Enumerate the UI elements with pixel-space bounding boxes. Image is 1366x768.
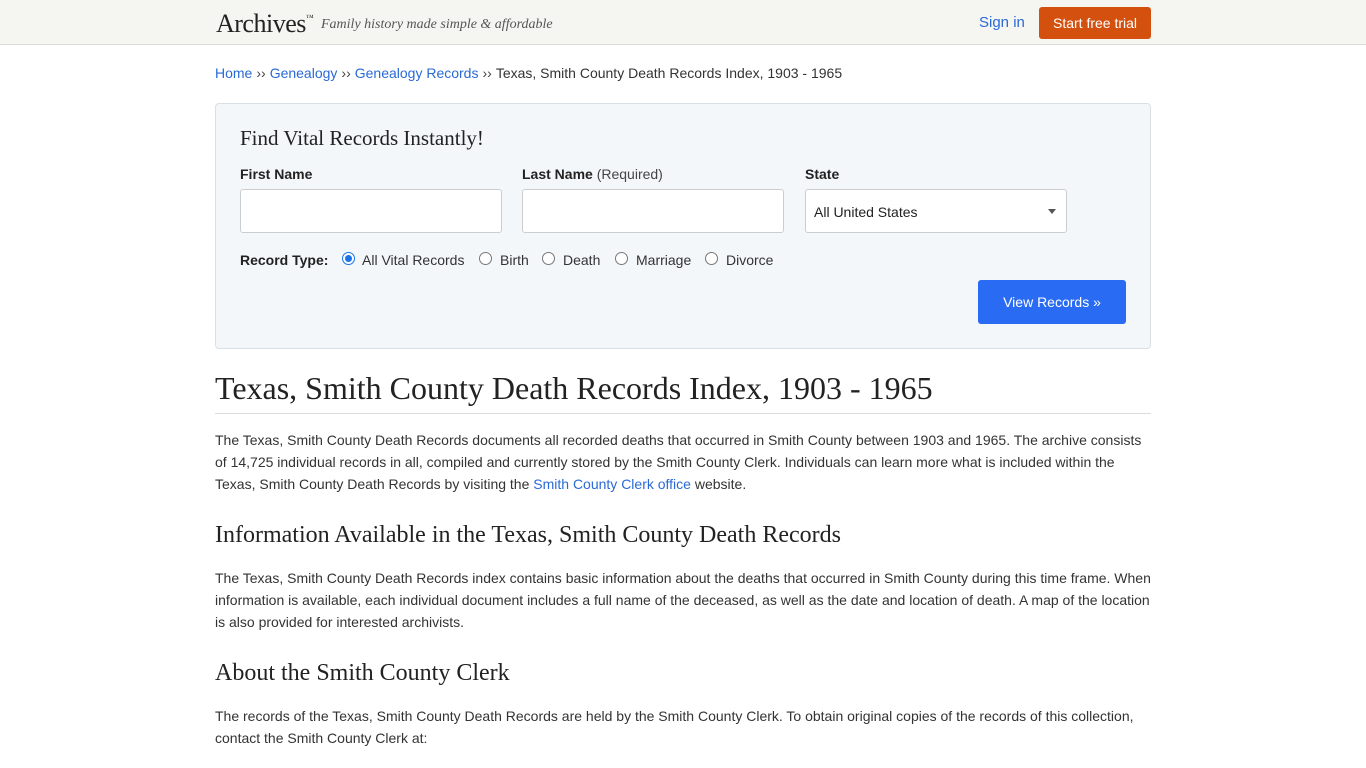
view-records-button[interactable]: View Records » — [978, 280, 1126, 324]
tagline: Family history made simple & affordable — [321, 17, 553, 32]
archives-logo[interactable]: Archives™ — [216, 9, 314, 39]
last-name-label-text: Last Name — [522, 166, 593, 182]
radio-death[interactable] — [542, 252, 555, 265]
intro-text-part2: website. — [690, 476, 747, 492]
breadcrumb-genealogy-records[interactable]: Genealogy Records — [355, 65, 479, 81]
intro-paragraph: The Texas, Smith County Death Records do… — [215, 429, 1151, 495]
state-label-text: State — [805, 166, 840, 182]
breadcrumb: Home ›› Genealogy ›› Genealogy Records ›› Texa… — [215, 65, 842, 81]
required-hint: (Required) — [596, 166, 663, 182]
radio-divorce[interactable] — [705, 252, 718, 265]
radio-label-divorce[interactable]: Divorce — [726, 252, 773, 268]
radio-birth[interactable] — [479, 252, 492, 265]
logo-text: Archives — [216, 9, 306, 38]
radio-label-birth[interactable]: Birth — [500, 252, 529, 268]
start-free-trial-button[interactable]: Start free trial — [1039, 7, 1151, 39]
radio-label-marriage[interactable]: Marriage — [636, 252, 691, 268]
chevron-down-icon — [1048, 209, 1056, 214]
logo-trademark: ™ — [305, 13, 314, 22]
breadcrumb-genealogy[interactable]: Genealogy — [270, 65, 338, 81]
vital-records-search-panel: Find Vital Records Instantly! First Name… — [215, 103, 1151, 349]
breadcrumb-separator: ›› — [256, 65, 266, 81]
first-name-label-text: First Name — [240, 166, 313, 182]
information-paragraph: The Texas, Smith County Death Records in… — [215, 570, 1151, 630]
search-panel-title: Find Vital Records Instantly! — [240, 126, 484, 150]
radio-label-all-vital-records[interactable]: All Vital Records — [362, 252, 464, 268]
about-clerk-paragraph: The records of the Texas, Smith County D… — [215, 708, 1134, 746]
radio-marriage[interactable] — [615, 252, 628, 265]
breadcrumb-home[interactable]: Home — [215, 65, 252, 81]
section-heading-information: Information Available in the Texas, Smit… — [215, 522, 841, 548]
radio-label-death[interactable]: Death — [563, 252, 600, 268]
last-name-label: Last Name (Required) — [522, 166, 663, 182]
section-heading-about-clerk: About the Smith County Clerk — [215, 660, 510, 686]
top-navigation-inner: Archives™ Family history made simple & a… — [215, 0, 1151, 45]
state-label: State — [805, 166, 839, 182]
breadcrumb-current: Texas, Smith County Death Records Index,… — [495, 65, 843, 81]
smith-county-clerk-link[interactable]: Smith County Clerk office — [533, 476, 691, 492]
page-title: Texas, Smith County Death Records Index,… — [215, 370, 1151, 414]
state-selected-value: All United States — [814, 204, 918, 220]
state-select[interactable]: All United States — [805, 189, 1067, 233]
first-name-input[interactable] — [240, 189, 502, 233]
breadcrumb-separator: ›› — [341, 65, 351, 81]
sign-in-link[interactable]: Sign in — [979, 14, 1025, 31]
radio-all-vital-records[interactable] — [342, 252, 355, 265]
top-navigation-bar: Archives™ Family history made simple & a… — [0, 0, 1366, 45]
record-type-label: Record Type: — [240, 252, 329, 268]
first-name-label: First Name — [240, 166, 312, 182]
breadcrumb-separator: ›› — [482, 65, 492, 81]
last-name-input[interactable] — [522, 189, 784, 233]
